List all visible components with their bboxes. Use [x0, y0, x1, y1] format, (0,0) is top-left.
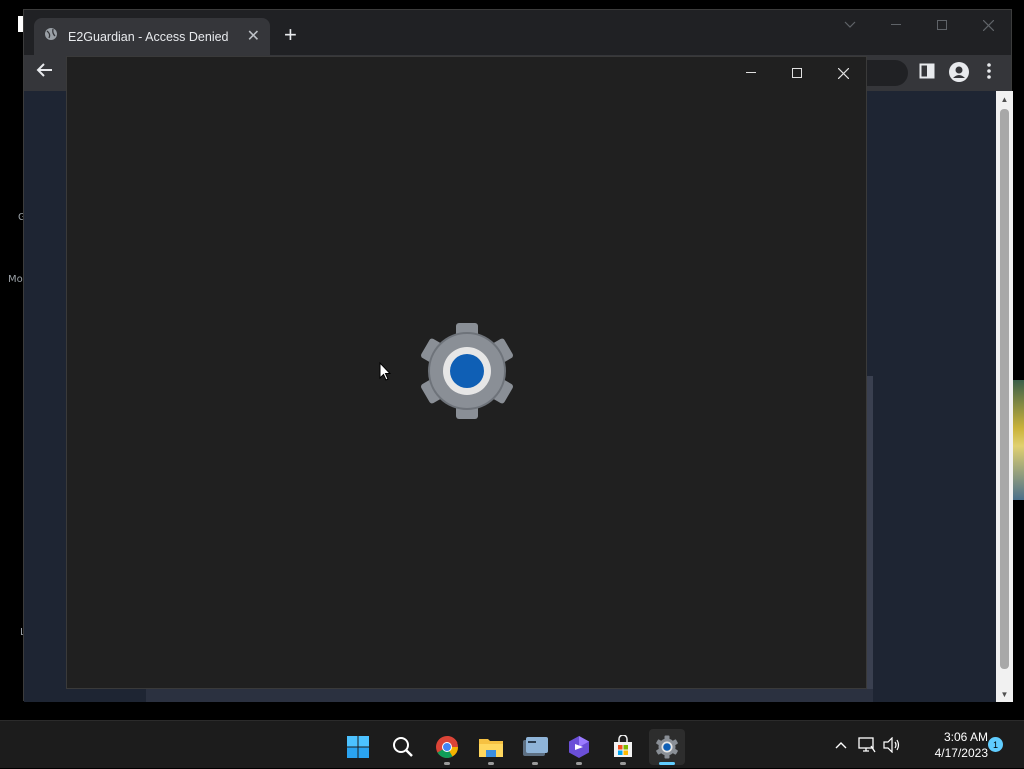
- new-tab-button[interactable]: +: [284, 24, 297, 46]
- settings-window-controls: [728, 57, 866, 89]
- file-explorer-icon[interactable]: [473, 729, 509, 765]
- minimize-icon[interactable]: [728, 57, 774, 89]
- globe-icon: [44, 27, 58, 46]
- taskbar: 3:06 AM 4/17/2023: [0, 720, 1024, 768]
- page-footer: [146, 689, 873, 702]
- page-panel: [867, 376, 873, 702]
- terminal-icon[interactable]: [517, 729, 553, 765]
- app-icon[interactable]: [561, 729, 597, 765]
- running-indicator: [444, 762, 450, 765]
- scroll-down-icon[interactable]: ▼: [996, 686, 1013, 702]
- microsoft-store-icon[interactable]: [605, 729, 641, 765]
- settings-window: [66, 56, 867, 689]
- scroll-up-icon[interactable]: ▲: [996, 91, 1013, 107]
- settings-gear-icon: [417, 323, 517, 424]
- chevron-up-icon[interactable]: [832, 741, 850, 749]
- chrome-icon[interactable]: [429, 729, 465, 765]
- maximize-icon[interactable]: [774, 57, 820, 89]
- windows-start-icon[interactable]: [340, 729, 376, 765]
- running-indicator: [659, 762, 675, 765]
- wallpaper: [1012, 380, 1024, 500]
- running-indicator: [532, 762, 538, 765]
- close-icon[interactable]: [965, 10, 1011, 40]
- running-indicator: [620, 762, 626, 765]
- maximize-icon[interactable]: [919, 10, 965, 40]
- tab-title: E2Guardian - Access Denied: [68, 29, 229, 44]
- browser-window-controls: [827, 10, 1011, 40]
- mouse-pointer-icon: [379, 361, 392, 386]
- address-bar[interactable]: [864, 60, 908, 86]
- desktop-label: Mo: [8, 274, 23, 285]
- minimize-icon[interactable]: [873, 10, 919, 40]
- network-icon[interactable]: [854, 737, 880, 753]
- tab-close-icon[interactable]: ✕: [247, 28, 260, 45]
- clock-date: 4/17/2023: [934, 746, 988, 760]
- clock-time: 3:06 AM: [943, 730, 988, 744]
- tab-search-icon[interactable]: [827, 10, 873, 40]
- back-arrow-icon[interactable]: [36, 61, 54, 84]
- settings-icon[interactable]: [649, 729, 685, 765]
- volume-icon[interactable]: [880, 737, 904, 753]
- scroll-thumb[interactable]: [1000, 109, 1009, 669]
- menu-dots-icon[interactable]: [986, 63, 992, 84]
- clock[interactable]: 3:06 AM 4/17/2023: [912, 729, 988, 761]
- search-icon[interactable]: [385, 729, 421, 765]
- system-tray: [832, 721, 904, 769]
- running-indicator: [576, 762, 582, 765]
- vertical-scrollbar[interactable]: ▲ ▼: [996, 91, 1013, 702]
- running-indicator: [488, 762, 494, 765]
- notification-badge[interactable]: 1: [988, 737, 1003, 752]
- tab-e2guardian[interactable]: E2Guardian - Access Denied ✕: [34, 18, 270, 55]
- profile-icon[interactable]: [949, 62, 969, 87]
- close-icon[interactable]: [820, 57, 866, 89]
- side-panel-icon[interactable]: [919, 63, 935, 84]
- tab-strip: E2Guardian - Access Denied ✕ +: [24, 10, 1011, 55]
